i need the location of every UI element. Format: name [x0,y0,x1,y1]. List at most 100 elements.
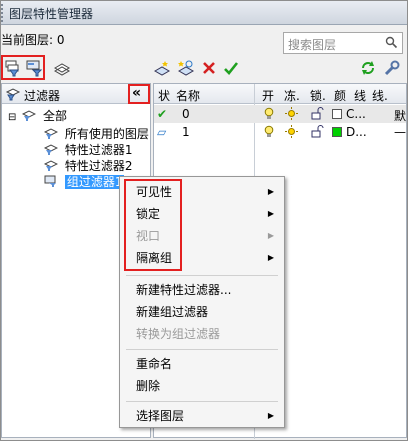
menu-separator [126,401,278,402]
menu-label: 锁定 [136,207,161,221]
property-filter-icon [43,143,59,155]
set-current-button[interactable] [220,57,242,79]
menu-label: 视口 [136,229,161,243]
menu-item-lock[interactable]: 锁定 ▶ [120,203,284,225]
search-icon [385,36,398,52]
col-freeze[interactable]: 冻. [284,87,300,104]
layer-row[interactable]: ▱ 1 D... — [154,123,406,141]
new-layer-vp-frozen-button[interactable] [175,57,197,79]
color-label: C... [346,107,366,121]
menu-item-rename[interactable]: 重命名 [120,353,284,375]
col-linetype[interactable]: 线 [354,87,366,104]
color-swatch[interactable] [332,109,342,119]
settings-button[interactable] [381,57,403,79]
property-filter-icon [5,60,19,77]
filter-pane-header: 过滤器 « [2,84,150,104]
property-filter-icon [43,159,59,171]
menu-separator [126,275,278,276]
group-filter-icon [26,60,43,77]
filter-pane-title: 过滤器 [24,89,61,103]
tree-label: 特性过滤器2 [64,159,133,173]
submenu-arrow-icon: ▶ [267,231,274,240]
submenu-arrow-icon: ▶ [267,209,274,218]
linetype[interactable]: — [394,125,406,139]
menu-item-new-group-filter[interactable]: 新建组过滤器 [120,301,284,323]
filter-icon [22,109,37,121]
search-layer-input[interactable]: 搜索图层 [283,32,403,54]
menu-item-viewport: 视口 ▶ [120,225,284,247]
new-layer-vp-frozen-icon [177,60,195,76]
new-layer-button[interactable] [151,57,173,79]
layer-properties-manager-window: 图层特性管理器 当前图层: 0 搜索图层 过滤器 « ⊟ 全部 所有使用的图层 … [0,0,408,441]
collapse-filter-pane-button[interactable]: « [132,85,141,101]
new-layer-icon [153,61,171,76]
col-on[interactable]: 开 [262,87,274,104]
layer-table-header: 状 名称 开 冻. 锁. 颜 线 线. [154,84,406,104]
color-label: D... [346,125,367,139]
layer-row[interactable]: ✔ 0 C... 默 [154,105,406,123]
col-name[interactable]: 名称 [176,87,200,104]
tree-node-used-layers[interactable]: 所有使用的图层 [43,126,149,142]
col-lineweight[interactable]: 线. [372,87,388,104]
unlock-icon[interactable] [311,125,324,141]
title-grip[interactable] [1,4,5,22]
search-placeholder: 搜索图层 [288,38,337,52]
tree-node-property-filter-1[interactable]: 特性过滤器1 [43,142,132,158]
wrench-icon [384,60,400,76]
menu-item-convert-to-group-filter: 转换为组过滤器 [120,323,284,345]
filter-header-icon [5,86,21,104]
new-group-filter-button[interactable] [23,57,45,79]
refresh-icon [362,61,374,75]
menu-item-visibility[interactable]: 可见性 ▶ [120,181,284,203]
checkmark-icon [224,62,239,75]
tree-node-all[interactable]: ⊟ 全部 [8,108,67,124]
group-filter-icon [44,175,58,187]
menu-label: 重命名 [136,357,173,371]
new-property-filter-button[interactable] [2,57,24,79]
tree-node-property-filter-2[interactable]: 特性过滤器2 [43,158,133,174]
unlock-icon[interactable] [311,107,324,123]
lightbulb-icon[interactable] [264,107,274,123]
tree-label: 全部 [43,109,68,123]
tree-label-selected: 组过滤器1 [64,175,125,189]
sun-icon[interactable] [285,125,298,141]
current-layer-label: 当前图层: 0 [1,33,65,47]
layer-name: 1 [182,125,190,139]
layer-icon: ▱ [157,125,167,139]
current-layer-check-icon: ✔ [157,107,168,121]
col-lock[interactable]: 锁. [310,87,326,104]
col-status[interactable]: 状 [158,87,170,104]
lightbulb-icon[interactable] [264,125,274,141]
menu-item-delete[interactable]: 删除 [120,375,284,397]
menu-label: 可见性 [136,185,173,199]
toolbar [1,55,407,83]
menu-item-new-property-filter[interactable]: 新建特性过滤器... [120,279,284,301]
menu-separator [126,349,278,350]
menu-label: 新建特性过滤器... [136,283,232,297]
submenu-arrow-icon: ▶ [267,411,274,420]
menu-label: 转换为组过滤器 [136,327,221,341]
title-bar[interactable]: 图层特性管理器 [1,1,407,25]
filter-icon [43,127,59,139]
menu-label: 删除 [136,379,161,393]
sun-icon[interactable] [285,107,298,123]
layer-states-icon [53,63,71,76]
col-color[interactable]: 颜 [334,87,346,104]
expand-minus-icon[interactable]: ⊟ [8,112,16,123]
window-title: 图层特性管理器 [9,7,94,21]
submenu-arrow-icon: ▶ [267,187,274,196]
delete-icon [203,62,215,74]
filter-context-menu: 可见性 ▶ 锁定 ▶ 视口 ▶ 隔离组 ▶ 新建特性过滤器... 新建组过滤器 转换为组… [119,176,285,428]
color-swatch[interactable] [332,127,342,137]
refresh-button[interactable] [357,57,379,79]
menu-label: 选择图层 [136,409,185,423]
linetype[interactable]: 默 [394,107,406,124]
submenu-arrow-icon: ▶ [267,253,274,262]
menu-item-isolate-group[interactable]: 隔离组 ▶ [120,247,284,269]
menu-label: 新建组过滤器 [136,305,209,319]
delete-layer-button[interactable] [198,57,220,79]
layer-states-manager-button[interactable] [51,57,73,79]
layer-name: 0 [182,107,190,121]
menu-item-select-layers[interactable]: 选择图层 ▶ [120,405,284,427]
tree-node-group-filter-1[interactable]: 组过滤器1 [44,174,125,190]
